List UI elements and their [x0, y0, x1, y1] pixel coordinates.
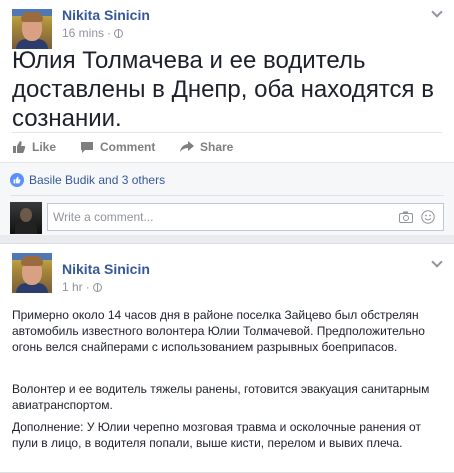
post-meta: 16 mins ·	[62, 26, 124, 40]
comment-composer[interactable]	[47, 203, 444, 231]
post-timestamp[interactable]: 1 hr	[62, 280, 83, 294]
post-card: Nikita Sinicin 1 hr · Примерно около 14 ч…	[0, 243, 454, 473]
chevron-down-icon[interactable]	[431, 6, 443, 18]
share-arrow-icon	[180, 141, 194, 152]
comment-label: Comment	[100, 140, 156, 154]
like-badge-icon	[10, 173, 24, 187]
post-paragraph: Примерно около 14 часов дня в районе пос…	[12, 308, 425, 354]
likes-people-link[interactable]: Basile Budik and 3 others	[29, 173, 165, 187]
share-button[interactable]: Share	[179, 140, 233, 154]
post-meta: 1 hr ·	[62, 280, 102, 294]
comment-bubble-icon	[81, 141, 93, 153]
share-label: Share	[200, 140, 234, 154]
like-button[interactable]: Like	[12, 140, 56, 154]
post-paragraph: Волонтер и ее водитель тяжелы ранены, го…	[12, 382, 430, 412]
author-name-link[interactable]: Nikita Sinicin	[62, 7, 150, 23]
author-avatar[interactable]	[12, 253, 52, 293]
author-name-link[interactable]: Nikita Sinicin	[62, 261, 150, 277]
post-timestamp[interactable]: 16 mins	[62, 26, 104, 40]
divider	[10, 195, 444, 196]
smiley-icon[interactable]	[421, 210, 435, 224]
thumbs-up-icon	[13, 141, 26, 153]
globe-icon	[114, 29, 124, 38]
post-paragraph: Дополнение: У Юлии черепно мозговая трав…	[12, 420, 421, 450]
divider	[12, 132, 442, 133]
author-avatar[interactable]	[12, 9, 52, 49]
camera-icon[interactable]	[399, 211, 413, 223]
comment-button[interactable]: Comment	[80, 140, 155, 154]
comment-input[interactable]	[53, 204, 383, 230]
chevron-down-icon[interactable]	[431, 256, 443, 268]
post-card: Nikita Sinicin 16 mins · Юлия Толмачева и…	[0, 0, 454, 235]
reactions-area: Basile Budik and 3 others	[0, 162, 454, 235]
like-label: Like	[32, 140, 57, 154]
likes-summary: Basile Budik and 3 others	[10, 173, 165, 187]
current-user-avatar[interactable]	[10, 202, 42, 234]
globe-icon	[92, 283, 102, 292]
post-text: Юлия Толмачева и ее водитель доставлены …	[12, 47, 434, 132]
